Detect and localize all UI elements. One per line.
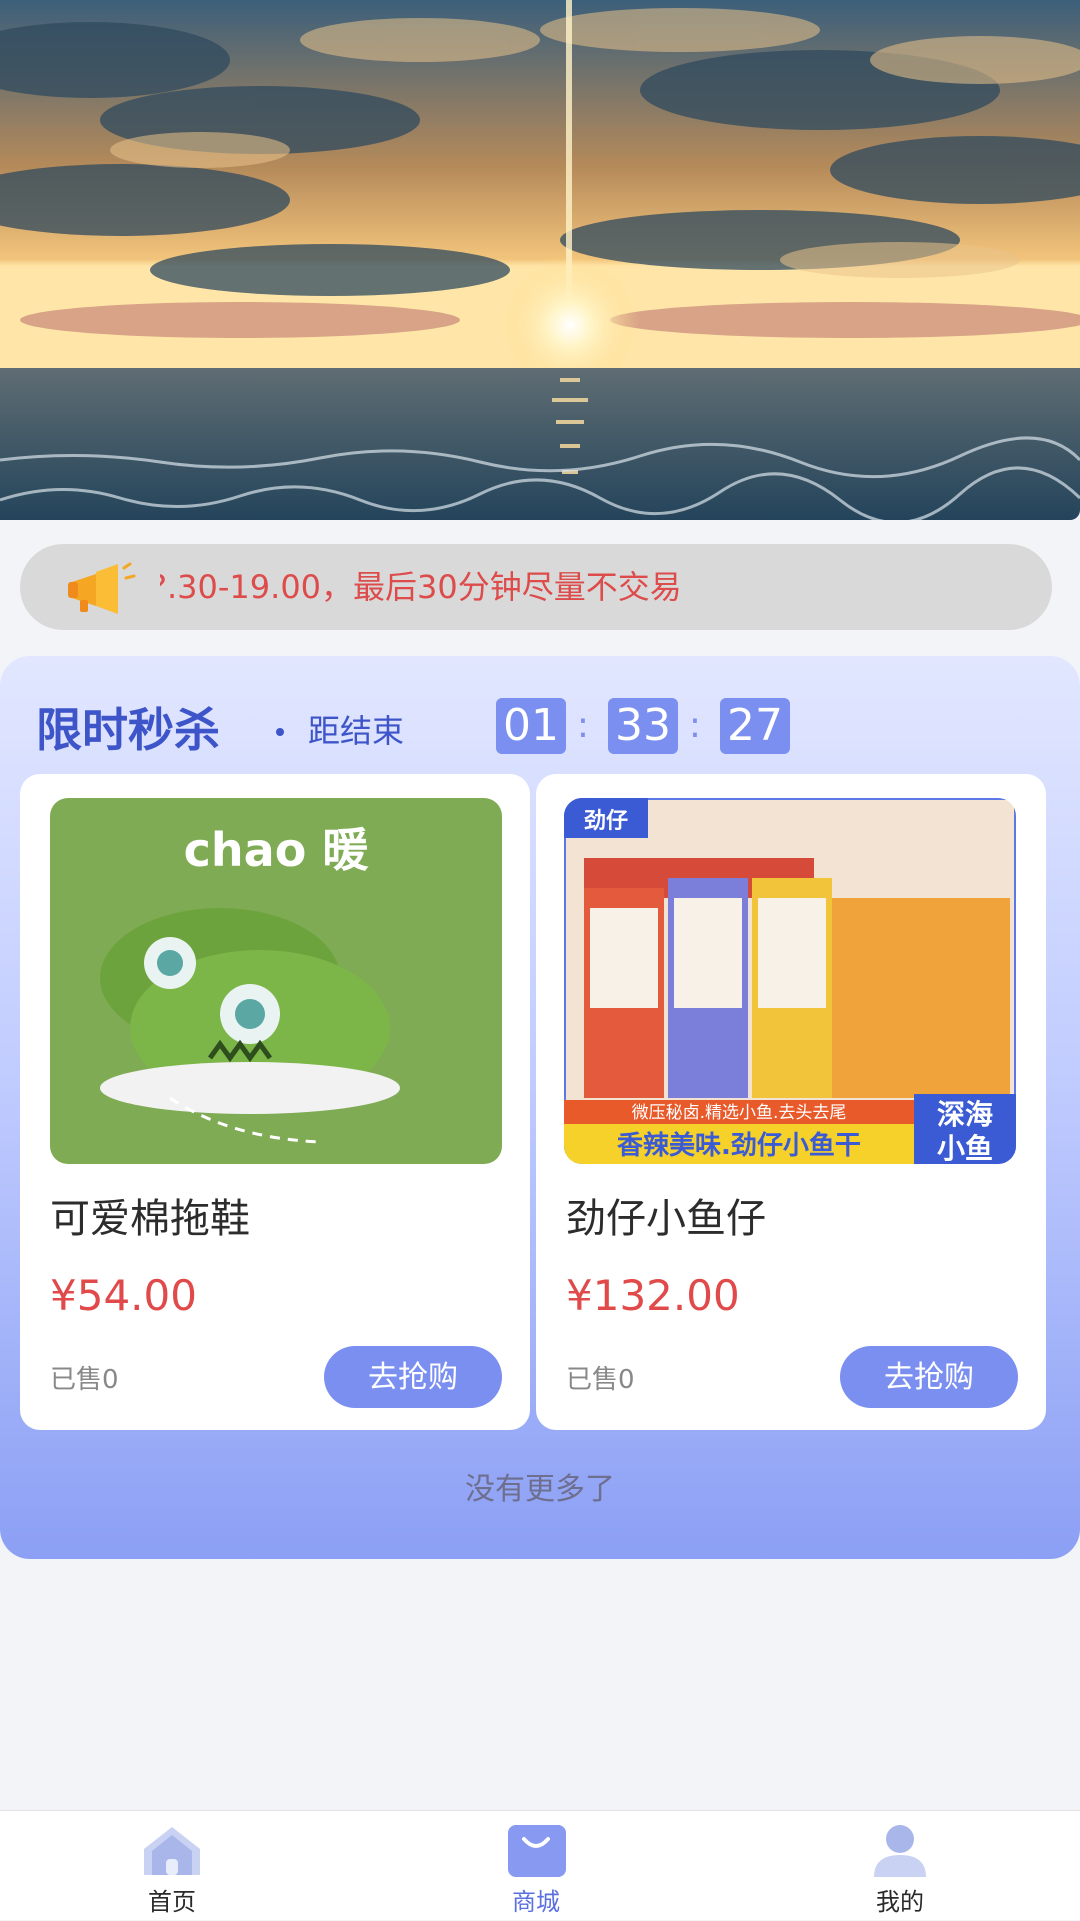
countdown-label: 距结束 [308, 712, 405, 750]
buy-now-button[interactable]: 去抢购 [324, 1346, 502, 1408]
sunset-sea-illustration [0, 0, 1080, 520]
shopping-bag-icon [508, 1825, 566, 1877]
tab-label: 首页 [148, 1888, 196, 1916]
svg-text:香辣美味.劲仔小鱼干: 香辣美味.劲仔小鱼干 [617, 1130, 861, 1161]
fish-snack-box-image: 劲仔 微压秘卤.精选小鱼.去头去尾 香辣美味.劲仔小鱼干 深海 小鱼 [564, 798, 1016, 1164]
product-price: ¥132.00 [566, 1271, 740, 1320]
tab-label: 我的 [876, 1888, 924, 1916]
svg-text:深海: 深海 [937, 1098, 993, 1131]
buy-now-button[interactable]: 去抢购 [840, 1346, 1018, 1408]
flash-sale-section: 限时秒杀 距结束 01 : 33 : 27 chao 暖 可爱棉拖鞋 ¥54.0… [0, 656, 1080, 1559]
no-more-text: 没有更多了 [465, 1472, 615, 1507]
slippers-image: chao 暖 [50, 798, 502, 1164]
notice-text: ?.30-19.00，最后30分钟尽量不交易 [160, 568, 682, 606]
tab-mall[interactable]: 商城 [436, 1811, 636, 1921]
tab-label: 商城 [512, 1888, 560, 1916]
bottom-tab-bar: 首页 商城 我的 [0, 1810, 1080, 1920]
product-card[interactable]: 劲仔 微压秘卤.精选小鱼.去头去尾 香辣美味.劲仔小鱼干 深海 小鱼 劲仔小鱼仔… [536, 774, 1046, 1430]
megaphone-icon [68, 562, 136, 614]
home-icon [144, 1827, 200, 1875]
svg-text:微压秘卤.精选小鱼.去头去尾: 微压秘卤.精选小鱼.去头去尾 [632, 1103, 847, 1123]
sold-count: 已售0 [50, 1365, 119, 1395]
notice-bar[interactable]: ?.30-19.00，最后30分钟尽量不交易 [20, 544, 1052, 630]
flash-sale-title: 限时秒杀 [36, 703, 220, 757]
tab-mine[interactable]: 我的 [800, 1811, 1000, 1921]
banner-image[interactable] [0, 0, 1080, 520]
separator-dot [276, 728, 284, 736]
countdown-separator: : [688, 705, 702, 746]
sold-count: 已售0 [566, 1365, 635, 1395]
tab-home[interactable]: 首页 [72, 1811, 272, 1921]
product-name: 可爱棉拖鞋 [50, 1196, 250, 1242]
svg-text:劲仔: 劲仔 [584, 808, 628, 834]
countdown-separator: : [576, 705, 590, 746]
user-icon [874, 1825, 926, 1877]
flash-sale-header: 限时秒杀 距结束 01 : 33 : 27 [36, 696, 1036, 766]
product-image[interactable]: chao 暖 [50, 798, 502, 1164]
countdown-hours: 01 [496, 698, 566, 754]
svg-text:小鱼: 小鱼 [937, 1132, 993, 1164]
svg-text:chao 暖: chao 暖 [184, 823, 370, 877]
countdown-seconds: 27 [720, 698, 790, 754]
product-image[interactable]: 劲仔 微压秘卤.精选小鱼.去头去尾 香辣美味.劲仔小鱼干 深海 小鱼 [564, 798, 1016, 1164]
countdown-minutes: 33 [608, 698, 678, 754]
product-price: ¥54.00 [50, 1271, 197, 1320]
product-name: 劲仔小鱼仔 [566, 1196, 766, 1242]
product-card[interactable]: chao 暖 可爱棉拖鞋 ¥54.00 已售0 去抢购 [20, 774, 530, 1430]
